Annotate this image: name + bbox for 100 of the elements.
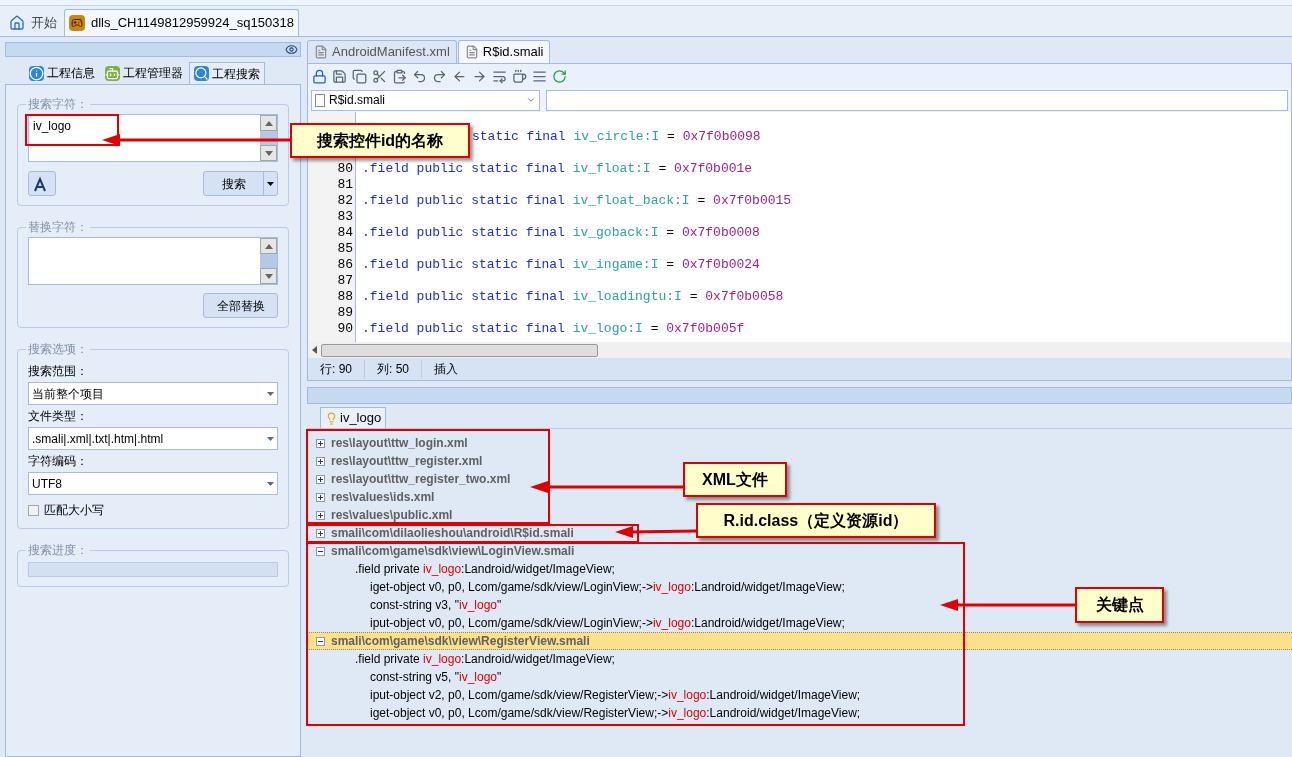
- line-number: 88: [337, 289, 353, 304]
- panel-tab[interactable]: 工程信息: [25, 62, 99, 84]
- line-number: 82: [337, 193, 353, 208]
- line-number: 80: [337, 161, 353, 176]
- lightbulb-icon: [325, 411, 338, 425]
- caret-icon: [267, 481, 274, 486]
- scroll-thumb[interactable]: [321, 343, 598, 357]
- scrollbar[interactable]: [260, 238, 277, 284]
- code-line: static final iv_circle:I = 0x7f0b0098: [472, 129, 761, 144]
- line-number: 81: [337, 177, 353, 192]
- wrap-text-icon[interactable]: [492, 68, 507, 84]
- editor-tab[interactable]: R$id.smali: [457, 40, 551, 63]
- undo-icon[interactable]: [412, 68, 427, 84]
- expand-icon[interactable]: [316, 492, 325, 502]
- file-dropdown[interactable]: R$id.smali: [311, 89, 540, 111]
- expand-icon[interactable]: [316, 510, 325, 520]
- file-icon: [464, 45, 479, 59]
- tree-item[interactable]: res\layout\ttw_login.xml: [307, 434, 470, 452]
- tree-item[interactable]: res\values\ids.xml: [307, 488, 437, 506]
- group-title: 搜索字符：: [27, 96, 89, 113]
- game-icon: [69, 15, 85, 31]
- tree-item[interactable]: res\values\public.xml: [307, 506, 455, 524]
- search-match[interactable]: iget-object v0, p0, Lcom/game/sdk/view/RegisterView;->iv_logo:Landroid/widget/ImageView;: [307, 704, 861, 722]
- callout: 搜索控件id的名称: [290, 123, 470, 158]
- scroll-up-icon[interactable]: [264, 243, 273, 249]
- replace-text-field[interactable]: [28, 237, 278, 285]
- line-number: 84: [337, 225, 353, 240]
- group-title: 替换字符：: [27, 219, 89, 236]
- status-text: 行: 90: [308, 360, 365, 378]
- panel-tab[interactable]: 工程搜索: [189, 62, 265, 84]
- home-icon: [9, 14, 25, 31]
- tree-item[interactable]: smali\com\game\sdk\view\RegisterView.smali: [307, 632, 1292, 650]
- cut-icon[interactable]: [372, 68, 387, 84]
- redo-icon[interactable]: [432, 68, 447, 84]
- search-match[interactable]: const-string v3, "iv_logo": [307, 596, 502, 614]
- info-icon: [29, 65, 44, 81]
- line-number: 89: [337, 305, 353, 320]
- line-number: 86: [337, 257, 353, 272]
- caret-icon: [526, 95, 536, 105]
- checkbox[interactable]: [28, 504, 39, 516]
- results-tab[interactable]: iv_logo: [320, 407, 387, 428]
- back-icon[interactable]: [452, 68, 467, 84]
- callout: XML文件: [683, 462, 787, 497]
- tree-item[interactable]: res\layout\ttw_register_two.xml: [307, 470, 513, 488]
- caret-icon: [267, 436, 274, 441]
- document-tab[interactable]: 开始: [5, 9, 61, 36]
- search-match[interactable]: iput-object v0, p0, Lcom/game/sdk/view/LoginView;->iv_logo:Landroid/widget/ImageView;: [307, 614, 845, 632]
- scroll-left-icon[interactable]: [312, 346, 317, 354]
- group-title: 搜索进度：: [27, 542, 89, 559]
- search-match[interactable]: .field private iv_logo:Landroid/widget/ImageView;: [307, 560, 615, 578]
- android-icon: [105, 65, 120, 81]
- eye-icon[interactable]: [285, 43, 298, 56]
- tree-item[interactable]: res\layout\ttw_register.xml: [307, 452, 485, 470]
- search-match[interactable]: iput-object v2, p0, Lcom/game/sdk/view/RegisterView;->iv_logo:Landroid/widget/ImageView;: [307, 686, 861, 704]
- search-match[interactable]: iget-object v0, p0, Lcom/game/sdk/view/LoginView;->iv_logo:Landroid/widget/ImageView;: [307, 578, 845, 596]
- field-label: 文件类型：: [28, 408, 89, 424]
- expand-icon[interactable]: [316, 456, 325, 466]
- member-field[interactable]: [546, 89, 1288, 111]
- code-line: .field public static final iv_logo:I = 0x7f0b005f: [362, 321, 745, 336]
- document-tab[interactable]: dlls_CH1149812959924_sq150318: [64, 9, 299, 36]
- editor-tab[interactable]: AndroidManifest.xml: [307, 40, 457, 63]
- expand-icon[interactable]: [316, 438, 325, 448]
- line-number: 87: [337, 273, 353, 288]
- search-button[interactable]: 搜索: [203, 171, 278, 196]
- replace-all-button[interactable]: 全部替换: [203, 293, 278, 318]
- collapse-icon[interactable]: [316, 546, 325, 556]
- save-icon[interactable]: [332, 68, 347, 84]
- tree-item[interactable]: smali\com\dilaolieshou\android\R$id.smali: [307, 524, 576, 542]
- search-text-field[interactable]: iv_logo: [28, 114, 278, 162]
- collapse-icon[interactable]: [316, 636, 325, 646]
- tree-item[interactable]: smali\com\game\sdk\view\LoginView.smali: [307, 542, 577, 560]
- scroll-down-icon[interactable]: [264, 150, 273, 156]
- field-label: 搜索范围：: [28, 363, 89, 379]
- paste-icon[interactable]: [392, 68, 407, 84]
- code-line: .field public static final iv_float_back:I = 0x7f0b0015: [362, 193, 792, 208]
- refresh-icon[interactable]: [552, 68, 567, 84]
- lines-icon[interactable]: [532, 68, 547, 84]
- expand-icon[interactable]: [316, 474, 325, 484]
- caret-icon: [267, 391, 274, 396]
- forward-icon[interactable]: [472, 68, 487, 84]
- copy-icon[interactable]: [352, 68, 367, 84]
- expand-icon[interactable]: [316, 528, 325, 538]
- code-line: .field public static final iv_ingame:I = 0x7f0b0024: [362, 257, 760, 272]
- font-button[interactable]: [28, 171, 56, 196]
- scroll-up-icon[interactable]: [264, 120, 273, 126]
- search-match[interactable]: .field private iv_logo:Landroid/widget/ImageView;: [307, 650, 615, 668]
- scroll-down-icon[interactable]: [264, 273, 273, 279]
- search-match[interactable]: const-string v5, "iv_logo": [307, 668, 502, 686]
- panel-tab[interactable]: 工程管理器: [101, 62, 187, 84]
- dropdown[interactable]: .smali|.xml|.txt|.htm|.html: [28, 427, 278, 450]
- dropdown[interactable]: UTF8: [28, 472, 278, 495]
- lock-icon[interactable]: [312, 68, 327, 84]
- horizontal-scrollbar[interactable]: [308, 342, 1291, 358]
- line-number: 90: [337, 321, 353, 336]
- dropdown[interactable]: 当前整个项目: [28, 382, 278, 405]
- line-number: 85: [337, 241, 353, 256]
- scrollbar[interactable]: [260, 115, 277, 161]
- callout: R.id.class（定义资源id）: [696, 503, 936, 538]
- line-number: 83: [337, 209, 353, 224]
- status-text: 插入: [433, 361, 460, 378]
